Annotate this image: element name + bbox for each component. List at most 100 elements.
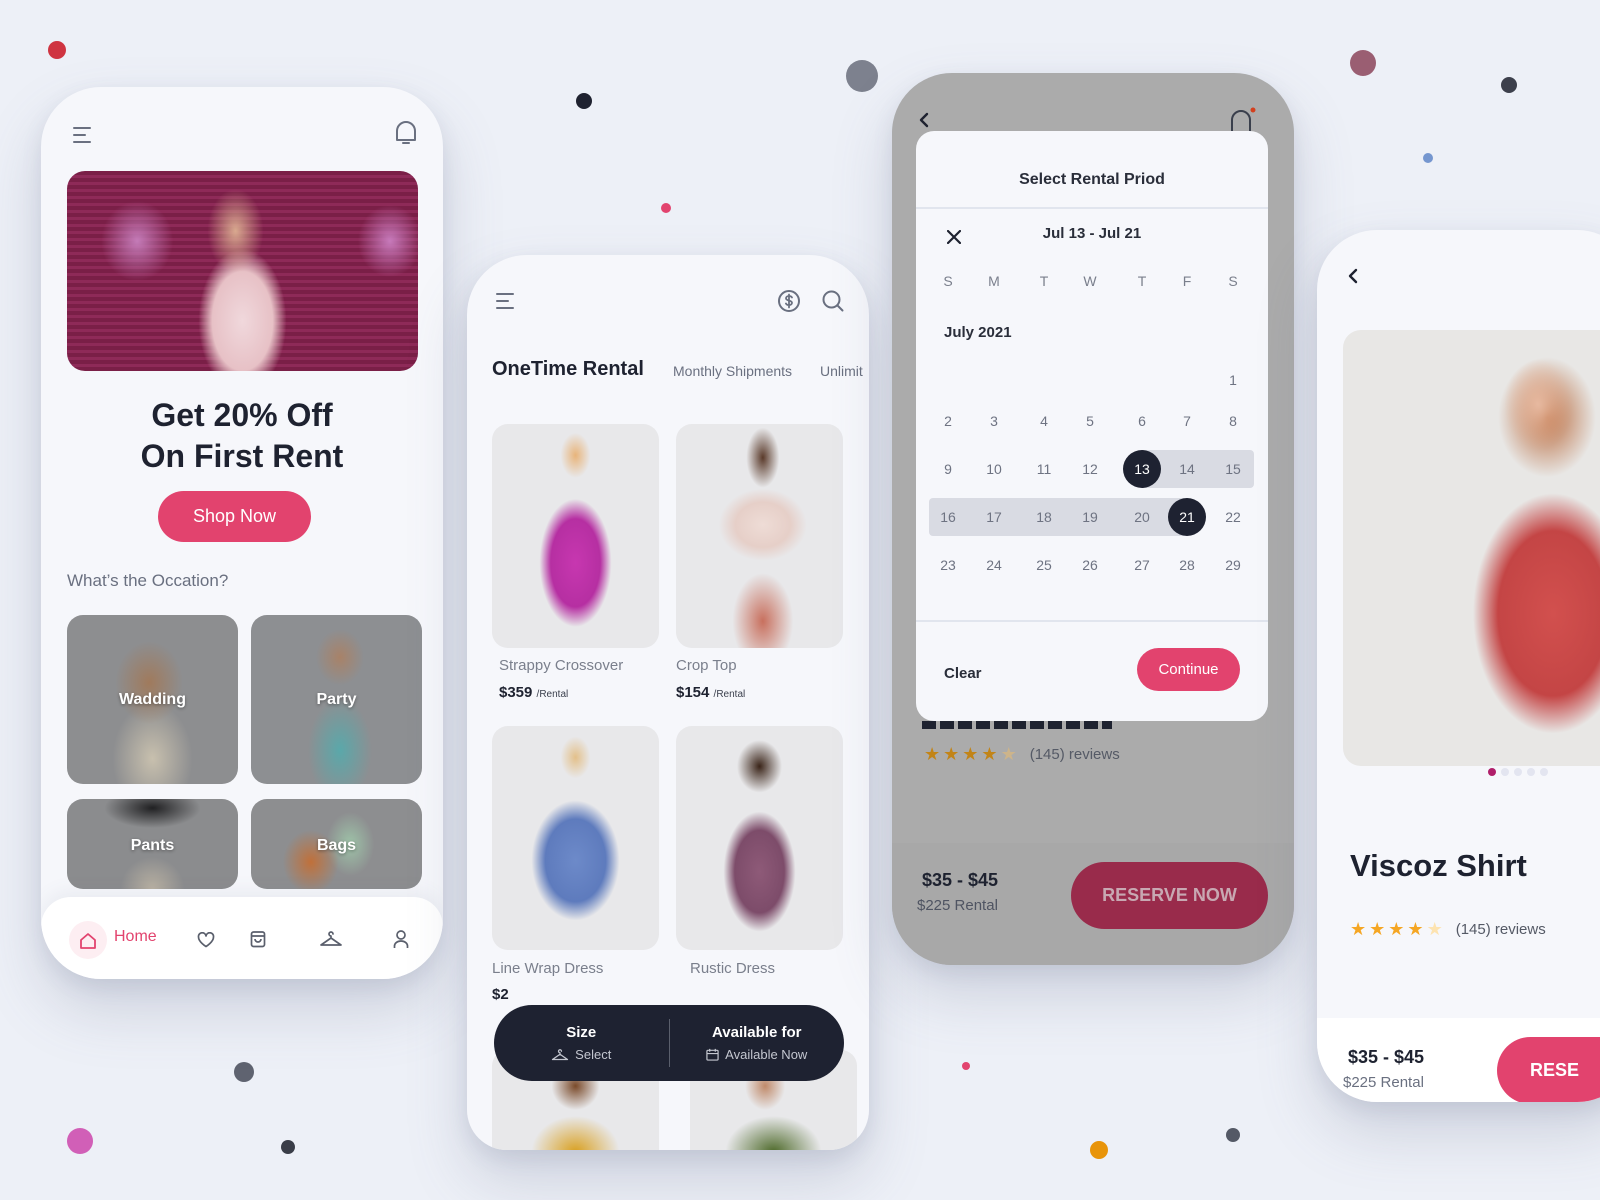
menu-icon[interactable] [69, 122, 95, 148]
calendar-day[interactable]: 27 [1123, 546, 1161, 584]
calendar-day[interactable]: 16 [929, 498, 967, 536]
calendar-day[interactable]: 12 [1071, 450, 1109, 488]
occasion-card-pants[interactable]: Pants [67, 799, 238, 889]
rental-price: $225 Rental [917, 897, 998, 914]
product-image[interactable] [492, 726, 659, 950]
product-image[interactable] [676, 726, 843, 950]
calendar-day[interactable]: 5 [1071, 402, 1109, 440]
decor-dot [846, 60, 878, 92]
tab-monthly-shipments[interactable]: Monthly Shipments [673, 363, 792, 379]
tab-onetime-rental[interactable]: OneTime Rental [492, 358, 644, 381]
price-unit: /Rental [536, 689, 569, 700]
tab-unlimited[interactable]: Unlimit [820, 363, 863, 379]
review-count[interactable]: (145) reviews [1030, 746, 1120, 763]
product-photo[interactable] [1343, 330, 1600, 766]
calendar-day[interactable]: 28 [1168, 546, 1206, 584]
size-filter-value: Select [575, 1047, 612, 1062]
decor-dot [1501, 77, 1517, 93]
continue-button[interactable]: Continue [1137, 648, 1240, 691]
carousel-dot[interactable] [1527, 768, 1535, 776]
hanger-icon[interactable] [318, 929, 344, 949]
review-count[interactable]: (145) reviews [1456, 921, 1546, 938]
carousel-dot[interactable] [1488, 768, 1496, 776]
rental-price: $225 Rental [1343, 1074, 1424, 1091]
home-icon[interactable] [77, 930, 99, 952]
occasion-label: Pants [130, 837, 175, 854]
size-filter-title: Size [566, 1024, 597, 1041]
product-name[interactable]: Crop Top [676, 657, 737, 674]
rating-row: ★ ★ ★ ★ ★ (145) reviews [1350, 920, 1546, 939]
divider [916, 620, 1268, 622]
reserve-now-button[interactable]: RESE [1497, 1037, 1600, 1102]
size-filter[interactable]: Size Select [494, 1005, 669, 1081]
bell-icon[interactable] [1226, 105, 1258, 133]
back-icon[interactable] [914, 110, 934, 130]
occasion-card-party[interactable]: Party [251, 615, 422, 784]
calendar-day[interactable]: 24 [975, 546, 1013, 584]
decor-dot [1423, 153, 1433, 163]
reserve-now-button: RESERVE NOW [1071, 862, 1268, 929]
calendar-day[interactable]: 25 [1025, 546, 1063, 584]
carousel-indicator[interactable] [1488, 768, 1548, 776]
back-icon[interactable] [1343, 266, 1363, 286]
clear-button[interactable]: Clear [944, 665, 982, 682]
selected-range: Jul 13 - Jul 21 [1042, 225, 1142, 242]
nav-home-label[interactable]: Home [114, 928, 157, 946]
product-name[interactable]: Line Wrap Dress [492, 960, 603, 977]
rental-period-screen: ★ ★ ★ ★ ★ (145) reviews $35 - $45 $225 Renta… [892, 73, 1294, 965]
calendar-day[interactable]: 13 [1123, 450, 1161, 488]
availability-filter[interactable]: Available for Available Now [670, 1005, 845, 1081]
carousel-dot[interactable] [1514, 768, 1522, 776]
star-filled-icon: ★ [1407, 919, 1424, 939]
decor-dot [1350, 50, 1376, 76]
carousel-dot[interactable] [1540, 768, 1548, 776]
calendar-day[interactable]: 19 [1071, 498, 1109, 536]
occasion-card-wedding[interactable]: Wadding [67, 615, 238, 784]
calendar-day[interactable]: 23 [929, 546, 967, 584]
search-icon[interactable] [819, 287, 847, 315]
bell-icon[interactable] [391, 118, 421, 148]
calendar-day[interactable]: 3 [975, 402, 1013, 440]
calendar-day[interactable]: 29 [1214, 546, 1252, 584]
promo-banner-image[interactable] [67, 171, 418, 371]
home-screen: Get 20% Off On First Rent Shop Now What’… [41, 87, 443, 979]
carousel-dot[interactable] [1501, 768, 1509, 776]
occasion-card-bags[interactable]: Bags [251, 799, 422, 889]
weekday-label: W [1083, 273, 1097, 289]
heart-icon[interactable] [195, 929, 217, 951]
calendar-day[interactable]: 18 [1025, 498, 1063, 536]
currency-icon[interactable] [775, 287, 803, 315]
menu-icon[interactable] [492, 288, 518, 314]
decor-dot [1226, 1128, 1240, 1142]
decor-dot [48, 41, 66, 59]
calendar-day[interactable]: 11 [1025, 450, 1063, 488]
calendar-day[interactable]: 26 [1071, 546, 1109, 584]
weekday-label: F [1182, 273, 1192, 289]
calendar-day[interactable]: 17 [975, 498, 1013, 536]
calendar-day[interactable]: 6 [1123, 402, 1161, 440]
calendar-day[interactable]: 20 [1123, 498, 1161, 536]
calendar-day[interactable]: 15 [1214, 450, 1252, 488]
user-icon[interactable] [390, 928, 412, 950]
calendar-day[interactable]: 4 [1025, 402, 1063, 440]
calendar-day[interactable]: 22 [1214, 498, 1252, 536]
calendar-day[interactable]: 14 [1168, 450, 1206, 488]
bag-icon[interactable] [247, 928, 269, 950]
calendar-day[interactable]: 2 [929, 402, 967, 440]
calendar-day[interactable]: 7 [1168, 402, 1206, 440]
hanger-icon [552, 1048, 569, 1060]
calendar-day[interactable]: 1 [1214, 361, 1252, 399]
calendar-day[interactable]: 9 [929, 450, 967, 488]
product-image[interactable] [492, 424, 659, 648]
calendar-day[interactable]: 21 [1168, 498, 1206, 536]
shop-now-button[interactable]: Shop Now [158, 491, 311, 542]
star-filled-icon: ★ [1388, 919, 1405, 939]
product-name[interactable]: Strappy Crossover [499, 657, 623, 674]
weekday-label: S [943, 273, 953, 289]
product-name[interactable]: Rustic Dress [690, 960, 775, 977]
product-image[interactable] [676, 424, 843, 648]
decor-dot [1090, 1141, 1108, 1159]
calendar-day[interactable]: 10 [975, 450, 1013, 488]
calendar-day[interactable]: 8 [1214, 402, 1252, 440]
occasion-label: Party [316, 690, 357, 708]
